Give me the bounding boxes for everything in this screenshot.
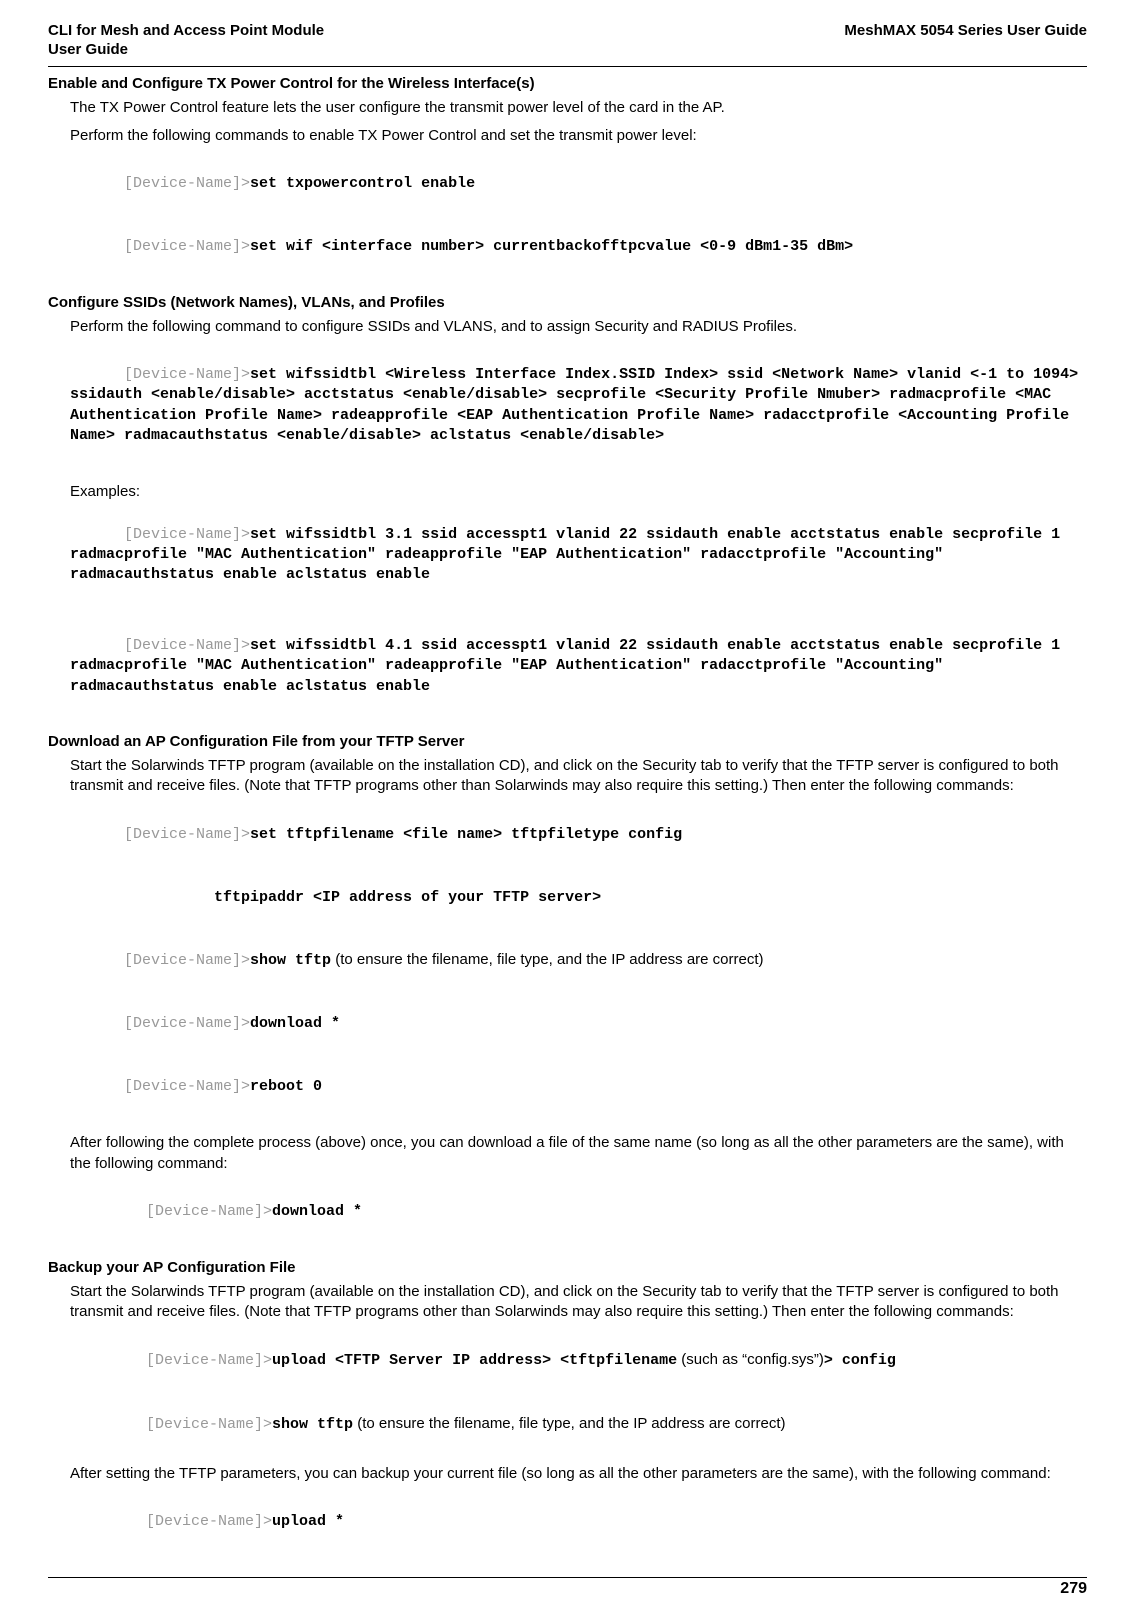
page-number: 279 — [48, 1580, 1087, 1598]
cli-command: > config — [824, 1352, 896, 1369]
cli-note: (to ensure the filename, file type, and … — [353, 1415, 785, 1432]
section-body-tx-power: The TX Power Control feature lets the us… — [70, 98, 1087, 278]
cli-command: set wif <interface number> currentbackof… — [250, 238, 853, 255]
paragraph: Start the Solarwinds TFTP program (avail… — [70, 756, 1087, 797]
paragraph: The TX Power Control feature lets the us… — [70, 98, 1087, 118]
cli-command: upload <TFTP Server IP address> <tftpfil… — [272, 1352, 677, 1369]
section-heading-backup: Backup your AP Configuration File — [48, 1259, 1087, 1276]
cli-line: [Device-Name]>set wif <interface number>… — [70, 217, 1087, 278]
cli-line: [Device-Name]>show tftp (to ensure the f… — [70, 930, 1087, 992]
cli-prompt: [Device-Name]> — [146, 1416, 272, 1433]
cli-command: show tftp — [272, 1416, 353, 1433]
cli-prompt: [Device-Name]> — [124, 526, 250, 543]
cli-prompt: [Device-Name]> — [124, 366, 250, 383]
header-left-line1: CLI for Mesh and Access Point Module — [48, 22, 324, 39]
cli-line: tftpipaddr <IP address of your TFTP serv… — [70, 867, 1087, 928]
cli-line: [Device-Name]>download * — [70, 994, 1087, 1055]
cli-line: [Device-Name]>upload * — [92, 1492, 1087, 1553]
cli-prompt: [Device-Name]> — [124, 1078, 250, 1095]
header-right: MeshMAX 5054 Series User Guide — [844, 22, 1087, 41]
footer-rule — [48, 1577, 1087, 1578]
header-left: CLI for Mesh and Access Point Module Use… — [48, 22, 324, 60]
cli-command: tftpipaddr <IP address of your TFTP serv… — [124, 889, 601, 906]
cli-command: download * — [250, 1015, 340, 1032]
page-header: CLI for Mesh and Access Point Module Use… — [48, 22, 1087, 60]
cli-line: [Device-Name]>reboot 0 — [70, 1057, 1087, 1118]
cli-prompt: [Device-Name]> — [124, 952, 250, 969]
cli-prompt: [Device-Name]> — [124, 238, 250, 255]
cli-prompt: [Device-Name]> — [146, 1513, 272, 1530]
examples-label: Examples: — [70, 482, 1087, 502]
cli-prompt: [Device-Name]> — [146, 1352, 272, 1369]
paragraph: After setting the TFTP parameters, you c… — [70, 1464, 1087, 1484]
section-body-download: Start the Solarwinds TFTP program (avail… — [70, 756, 1087, 1243]
paragraph: Start the Solarwinds TFTP program (avail… — [70, 1282, 1087, 1323]
cli-block: [Device-Name]>set wifssidtbl 3.1 ssid ac… — [70, 505, 1087, 606]
cli-prompt: [Device-Name]> — [124, 1015, 250, 1032]
header-left-line2: User Guide — [48, 41, 128, 58]
cli-command: upload * — [272, 1513, 344, 1530]
cli-line: [Device-Name]>show tftp (to ensure the f… — [92, 1394, 1087, 1456]
cli-block: [Device-Name]>set wifssidtbl <Wireless I… — [70, 345, 1087, 467]
cli-prompt: [Device-Name]> — [124, 175, 250, 192]
paragraph: After following the complete process (ab… — [70, 1133, 1087, 1174]
cli-command: set tftpfilename <file name> tftpfiletyp… — [250, 826, 682, 843]
paragraph: Perform the following command to configu… — [70, 317, 1087, 337]
cli-prompt: [Device-Name]> — [146, 1203, 272, 1220]
cli-command: set txpowercontrol enable — [250, 175, 475, 192]
section-heading-tx-power: Enable and Configure TX Power Control fo… — [48, 75, 1087, 92]
cli-note: (to ensure the filename, file type, and … — [331, 951, 763, 968]
cli-note: (such as “config.sys”) — [677, 1351, 824, 1368]
cli-prompt: [Device-Name]> — [124, 637, 250, 654]
cli-line: [Device-Name]>upload <TFTP Server IP add… — [92, 1330, 1087, 1392]
section-body-ssid: Perform the following command to configu… — [70, 317, 1087, 718]
section-heading-ssid: Configure SSIDs (Network Names), VLANs, … — [48, 294, 1087, 311]
cli-line: [Device-Name]>download * — [92, 1182, 1087, 1243]
cli-line: [Device-Name]>set tftpfilename <file nam… — [70, 805, 1087, 866]
cli-command: download * — [272, 1203, 362, 1220]
section-heading-download: Download an AP Configuration File from y… — [48, 733, 1087, 750]
header-rule — [48, 66, 1087, 67]
paragraph: Perform the following commands to enable… — [70, 126, 1087, 146]
cli-block: [Device-Name]>set wifssidtbl 4.1 ssid ac… — [70, 616, 1087, 717]
cli-line: [Device-Name]>set txpowercontrol enable — [70, 154, 1087, 215]
cli-command: reboot 0 — [250, 1078, 322, 1095]
cli-prompt: [Device-Name]> — [124, 826, 250, 843]
cli-command: show tftp — [250, 952, 331, 969]
section-body-backup: Start the Solarwinds TFTP program (avail… — [70, 1282, 1087, 1553]
